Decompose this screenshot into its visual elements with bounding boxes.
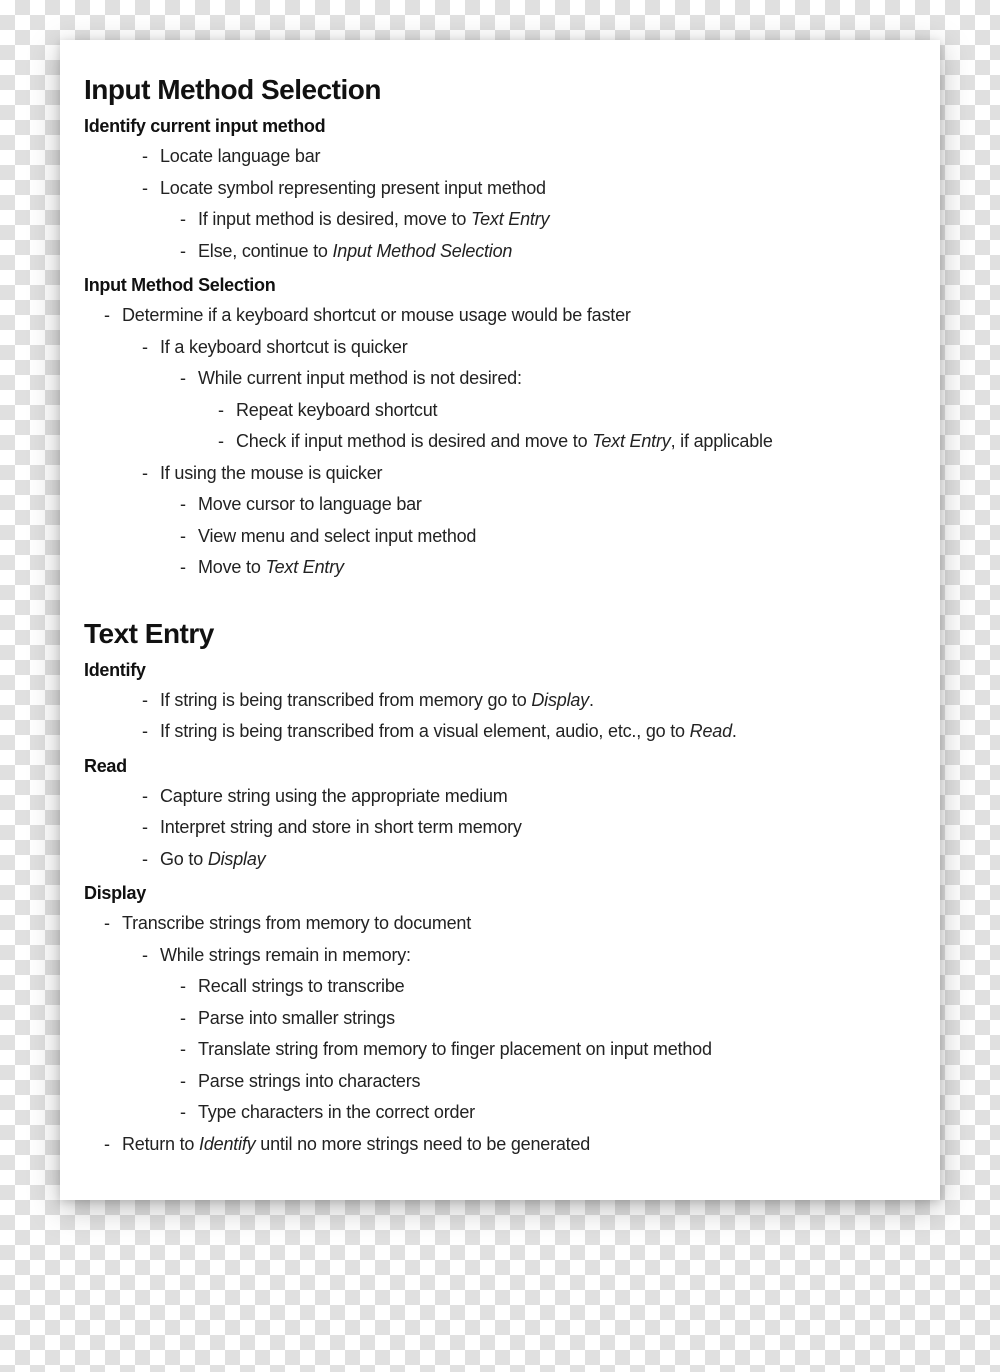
list-item: Translate string from memory to finger p… bbox=[198, 1034, 916, 1066]
list: Transcribe strings from memory to docume… bbox=[84, 908, 916, 1160]
list-text: If input method is desired, move to bbox=[198, 209, 471, 229]
list-item: Determine if a keyboard shortcut or mous… bbox=[122, 300, 916, 584]
list-text: Return to bbox=[122, 1134, 199, 1154]
list-item: Interpret string and store in short term… bbox=[160, 812, 916, 844]
list-text: Else, continue to bbox=[198, 241, 333, 261]
list-text: If using the mouse is quicker bbox=[160, 463, 382, 483]
list-item: Move cursor to language bar bbox=[198, 489, 916, 521]
list-text: While current input method is not desire… bbox=[198, 368, 522, 388]
list-text: Determine if a keyboard shortcut or mous… bbox=[122, 305, 631, 325]
list-item: Go to Display bbox=[160, 844, 916, 876]
emphasis: Identify bbox=[199, 1134, 255, 1154]
subhead-display: Display bbox=[84, 883, 916, 904]
subhead-identify: Identify bbox=[84, 660, 916, 681]
list-item: Repeat keyboard shortcut bbox=[236, 395, 916, 427]
list-text: Check if input method is desired and mov… bbox=[236, 431, 592, 451]
list-text: Move to bbox=[198, 557, 265, 577]
list-text: , if applicable bbox=[671, 431, 773, 451]
emphasis: Display bbox=[208, 849, 266, 869]
list-item: While strings remain in memory: Recall s… bbox=[160, 940, 916, 1129]
list-item: If string is being transcribed from memo… bbox=[160, 685, 916, 717]
list-item: If a keyboard shortcut is quicker While … bbox=[160, 332, 916, 458]
list-item: Else, continue to Input Method Selection bbox=[198, 236, 916, 268]
emphasis: Input Method Selection bbox=[333, 241, 513, 261]
list-text: If string is being transcribed from memo… bbox=[160, 690, 531, 710]
list: Determine if a keyboard shortcut or mous… bbox=[84, 300, 916, 584]
list-text: until no more strings need to be generat… bbox=[255, 1134, 590, 1154]
list-item: Parse strings into characters bbox=[198, 1066, 916, 1098]
list: Locate language bar Locate symbol repres… bbox=[84, 141, 916, 267]
list-item: While current input method is not desire… bbox=[198, 363, 916, 458]
list-item: Check if input method is desired and mov… bbox=[236, 426, 916, 458]
list-text: . bbox=[589, 690, 594, 710]
list-text: . bbox=[732, 721, 737, 741]
list-item: Return to Identify until no more strings… bbox=[122, 1129, 916, 1161]
emphasis: Display bbox=[531, 690, 589, 710]
emphasis: Text Entry bbox=[592, 431, 670, 451]
subhead-identify-current: Identify current input method bbox=[84, 116, 916, 137]
section-title-input-method: Input Method Selection bbox=[84, 74, 916, 106]
emphasis: Text Entry bbox=[265, 557, 343, 577]
list: Capture string using the appropriate med… bbox=[84, 781, 916, 876]
list-item: Transcribe strings from memory to docume… bbox=[122, 908, 916, 1129]
emphasis: Text Entry bbox=[471, 209, 549, 229]
subhead-input-method-selection: Input Method Selection bbox=[84, 275, 916, 296]
list-text: If a keyboard shortcut is quicker bbox=[160, 337, 408, 357]
emphasis: Read bbox=[690, 721, 732, 741]
list-text: Go to bbox=[160, 849, 208, 869]
list-item: Locate symbol representing present input… bbox=[160, 173, 916, 268]
document-card: Input Method Selection Identify current … bbox=[60, 40, 940, 1200]
list-text: If string is being transcribed from a vi… bbox=[160, 721, 690, 741]
list-item: View menu and select input method bbox=[198, 521, 916, 553]
list-item: Capture string using the appropriate med… bbox=[160, 781, 916, 813]
list: If string is being transcribed from memo… bbox=[84, 685, 916, 748]
list-item: Type characters in the correct order bbox=[198, 1097, 916, 1129]
list-item: Recall strings to transcribe bbox=[198, 971, 916, 1003]
list-text: While strings remain in memory: bbox=[160, 945, 411, 965]
list-text: Locate symbol representing present input… bbox=[160, 178, 546, 198]
list-item: Parse into smaller strings bbox=[198, 1003, 916, 1035]
list-item: Move to Text Entry bbox=[198, 552, 916, 584]
list-item: If string is being transcribed from a vi… bbox=[160, 716, 916, 748]
list-text: Transcribe strings from memory to docume… bbox=[122, 913, 471, 933]
list-item: If using the mouse is quicker Move curso… bbox=[160, 458, 916, 584]
section-title-text-entry: Text Entry bbox=[84, 618, 916, 650]
list-item: If input method is desired, move to Text… bbox=[198, 204, 916, 236]
list-item: Locate language bar bbox=[160, 141, 916, 173]
subhead-read: Read bbox=[84, 756, 916, 777]
